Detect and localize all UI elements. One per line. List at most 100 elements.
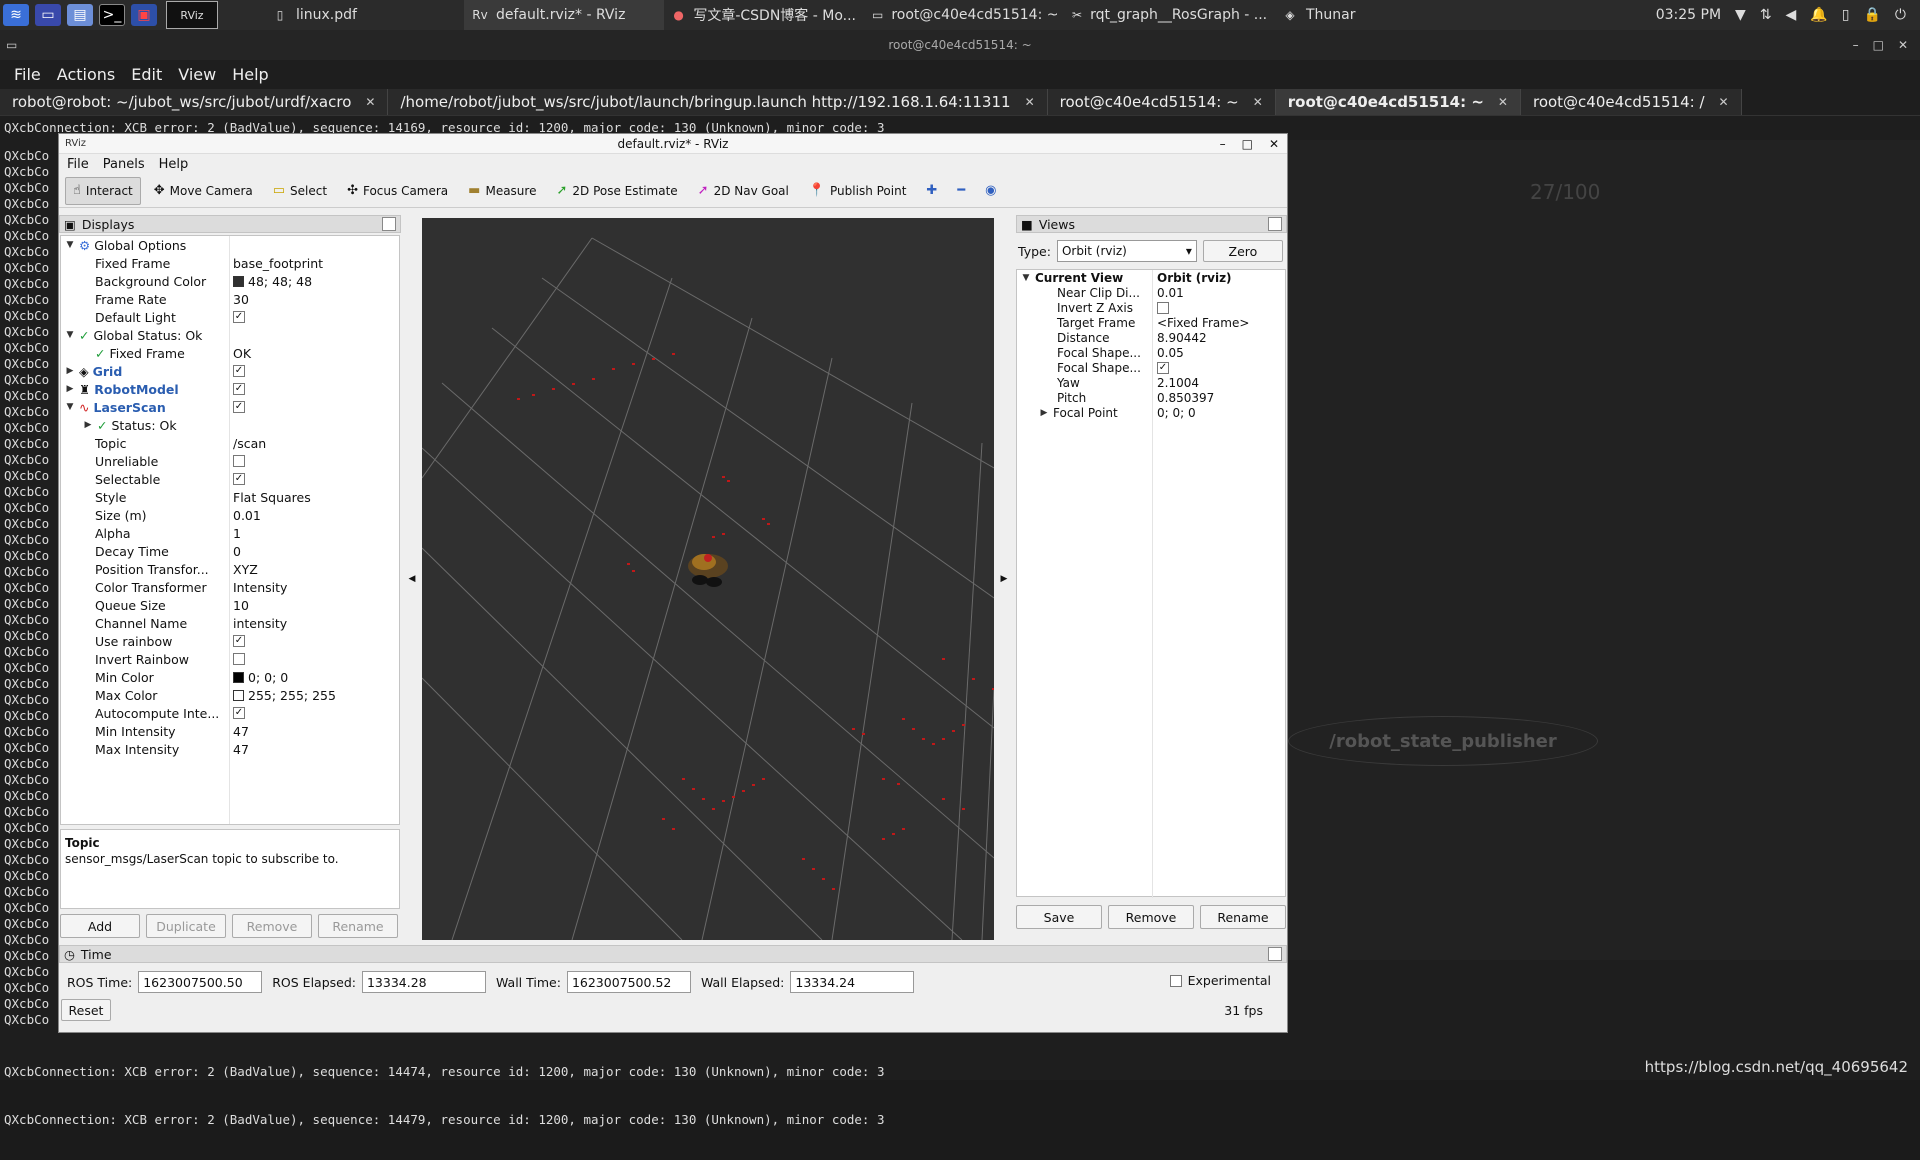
terminal-tab[interactable]: root@c40e4cd51514: ~✕ xyxy=(1048,89,1276,115)
panel-float-button[interactable] xyxy=(1268,947,1282,961)
tool-interact[interactable]: ☝Interact xyxy=(65,177,141,205)
prop-value[interactable]: 47 xyxy=(233,724,249,739)
tool-move-camera[interactable]: ✥Move Camera xyxy=(147,177,260,205)
prop-value[interactable]: 0.01 xyxy=(1157,286,1184,300)
prop-value[interactable]: <Fixed Frame> xyxy=(1157,316,1249,330)
clipboard-icon[interactable]: ▯ xyxy=(1842,7,1850,23)
close-icon[interactable]: ✕ xyxy=(1269,137,1279,151)
checkbox-checked[interactable]: ✓ xyxy=(233,707,245,719)
prop-value[interactable]: 0.01 xyxy=(233,508,261,523)
expand-arrow-icon[interactable]: ▶ xyxy=(1039,408,1049,418)
show-desktop-icon[interactable]: ▭ xyxy=(35,4,61,26)
menu-help[interactable]: Help xyxy=(224,65,276,84)
tool-measure[interactable]: ▬Measure xyxy=(461,177,543,205)
tree-row[interactable]: Focal Shape...✓ xyxy=(1017,360,1285,375)
terminal-tab[interactable]: robot@robot: ~/jubot_ws/src/jubot/urdf/x… xyxy=(0,89,388,115)
task-rviz[interactable]: Rvdefault.rviz* - RViz xyxy=(464,0,664,30)
checkbox-checked[interactable]: ✓ xyxy=(233,383,245,395)
3d-render-viewport[interactable] xyxy=(422,218,994,940)
panel-float-button[interactable] xyxy=(1268,217,1282,231)
tool-2d-nav-goal[interactable]: ➚2D Nav Goal xyxy=(691,177,796,205)
prop-value[interactable]: 0.05 xyxy=(1157,346,1184,360)
prop-value[interactable]: 10 xyxy=(233,598,249,613)
task-terminal[interactable]: ▭root@c40e4cd51514: ~ xyxy=(864,0,1064,30)
tree-row[interactable]: StyleFlat Squares xyxy=(61,488,399,506)
remove-tool-button[interactable]: ━ xyxy=(950,177,972,205)
tree-row[interactable]: Default Light✓ xyxy=(61,308,399,326)
terminal-tab[interactable]: /home/robot/jubot_ws/src/jubot/launch/br… xyxy=(388,89,1047,115)
add-button[interactable]: Add xyxy=(60,914,140,938)
close-tab-icon[interactable]: ✕ xyxy=(1025,95,1035,109)
checkbox-checked[interactable]: ✓ xyxy=(233,311,245,323)
close-tab-icon[interactable]: ✕ xyxy=(1253,95,1263,109)
prop-value[interactable]: 47 xyxy=(233,742,249,757)
tree-row-global-status[interactable]: ▼✓Global Status: Ok xyxy=(61,326,399,344)
prop-value[interactable]: intensity xyxy=(233,616,287,631)
menu-file[interactable]: File xyxy=(6,65,49,84)
prop-value[interactable]: 8.90442 xyxy=(1157,331,1207,345)
active-app-rviz[interactable]: RViz xyxy=(166,1,218,29)
clock[interactable]: 03:25 PM xyxy=(1656,7,1721,23)
maximize-icon[interactable]: □ xyxy=(1873,38,1884,52)
remove-button[interactable]: Remove xyxy=(232,914,312,938)
menu-file[interactable]: File xyxy=(67,157,89,172)
tree-row-global-options[interactable]: ▼⚙Global Options xyxy=(61,236,399,254)
save-view-button[interactable]: Save xyxy=(1016,905,1102,929)
prop-value[interactable]: Flat Squares xyxy=(233,490,311,505)
tree-row[interactable]: Max Color255; 255; 255 xyxy=(61,686,399,704)
prop-value[interactable]: 30 xyxy=(233,292,249,307)
tree-row[interactable]: Distance8.90442 xyxy=(1017,330,1285,345)
prop-value[interactable]: 2.1004 xyxy=(1157,376,1199,390)
task-browser[interactable]: ●写文章-CSDN博客 - Mo... xyxy=(664,0,864,30)
prop-value[interactable]: base_footprint xyxy=(233,256,323,271)
tree-row[interactable]: Frame Rate30 xyxy=(61,290,399,308)
task-rqt-graph[interactable]: ✂rqt_graph__RosGraph - ... xyxy=(1064,0,1274,30)
minimize-icon[interactable]: – xyxy=(1220,137,1226,151)
tree-row[interactable]: Min Intensity47 xyxy=(61,722,399,740)
tree-row[interactable]: Pitch0.850397 xyxy=(1017,390,1285,405)
prop-value[interactable]: XYZ xyxy=(233,562,258,577)
prop-value[interactable]: 0; 0; 0 xyxy=(1157,406,1196,420)
tree-row[interactable]: ▶Focal Point0; 0; 0 xyxy=(1017,405,1285,420)
menu-help[interactable]: Help xyxy=(159,157,189,172)
task-linux-pdf[interactable]: ▯linux.pdf xyxy=(264,0,464,30)
tree-row[interactable]: Max Intensity47 xyxy=(61,740,399,758)
tree-row[interactable]: Invert Z Axis xyxy=(1017,300,1285,315)
tree-row[interactable]: Selectable✓ xyxy=(61,470,399,488)
menu-view[interactable]: View xyxy=(170,65,224,84)
tree-row[interactable]: Target Frame<Fixed Frame> xyxy=(1017,315,1285,330)
checkbox-unchecked[interactable] xyxy=(1170,975,1182,987)
lock-icon[interactable]: 🔒 xyxy=(1863,7,1880,23)
tree-row[interactable]: Unreliable xyxy=(61,452,399,470)
screen-recorder-icon[interactable]: ▣ xyxy=(131,4,157,26)
add-tool-button[interactable]: ✚ xyxy=(919,177,944,205)
checkbox-unchecked[interactable] xyxy=(233,455,245,467)
prop-value[interactable]: Intensity xyxy=(233,580,287,595)
tree-row[interactable]: Channel Nameintensity xyxy=(61,614,399,632)
checkbox-unchecked[interactable] xyxy=(1157,302,1169,314)
prop-value[interactable]: 48; 48; 48 xyxy=(248,274,312,289)
collapse-arrow-icon[interactable]: ▼ xyxy=(65,330,75,340)
tree-row[interactable]: Autocompute Inte...✓ xyxy=(61,704,399,722)
collapse-arrow-icon[interactable]: ▼ xyxy=(65,402,75,412)
tree-row[interactable]: Focal Shape...0.05 xyxy=(1017,345,1285,360)
tree-row[interactable]: Yaw2.1004 xyxy=(1017,375,1285,390)
checkbox-checked[interactable]: ✓ xyxy=(233,365,245,377)
minimize-icon[interactable]: – xyxy=(1853,38,1859,52)
tree-row[interactable]: ✓Fixed FrameOK xyxy=(61,344,399,362)
collapse-arrow-icon[interactable]: ▼ xyxy=(65,240,75,250)
network-icon[interactable]: ⇅ xyxy=(1760,7,1772,23)
task-thunar[interactable]: ◈Thunar xyxy=(1274,0,1384,30)
checkbox-unchecked[interactable] xyxy=(233,653,245,665)
power-icon[interactable]: ⏻ xyxy=(1895,7,1906,23)
volume-icon[interactable]: ◀ xyxy=(1786,7,1797,23)
wifi-icon[interactable]: ▼ xyxy=(1735,7,1746,23)
prop-value[interactable]: 0; 0; 0 xyxy=(248,670,288,685)
zero-button[interactable]: Zero xyxy=(1203,240,1283,262)
collapse-right-panel-handle[interactable]: ▶ xyxy=(994,218,1014,940)
reset-button[interactable]: Reset xyxy=(61,999,111,1021)
menu-edit[interactable]: Edit xyxy=(123,65,170,84)
remove-view-button[interactable]: Remove xyxy=(1108,905,1194,929)
tool-2d-pose-estimate[interactable]: ➚2D Pose Estimate xyxy=(549,177,684,205)
tree-row[interactable]: Near Clip Di...0.01 xyxy=(1017,285,1285,300)
